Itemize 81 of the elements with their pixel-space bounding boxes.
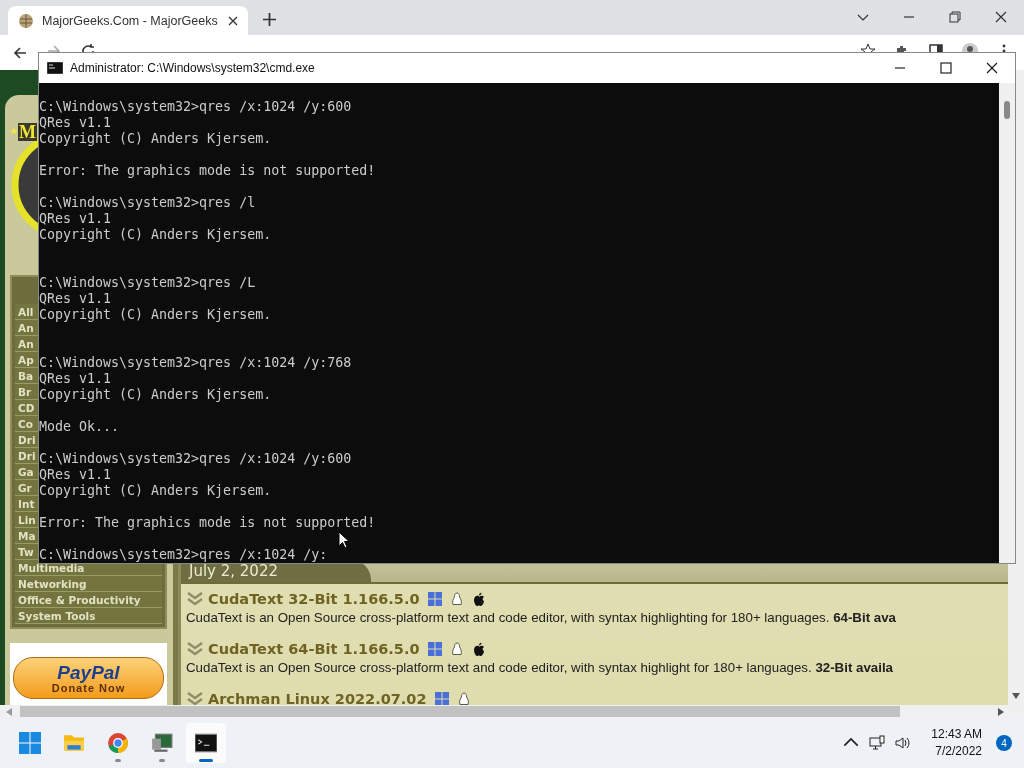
close-icon[interactable] bbox=[986, 62, 998, 74]
category-link[interactable]: CD bbox=[18, 402, 35, 414]
console-line: QRes v1.1 bbox=[39, 115, 113, 131]
category-link[interactable]: All bbox=[18, 306, 34, 318]
console-line: Copyright (C) Anders Kjersem. bbox=[39, 307, 273, 323]
close-icon[interactable] bbox=[995, 11, 1007, 23]
category-link[interactable]: Int bbox=[18, 498, 35, 510]
network-icon[interactable] bbox=[869, 735, 886, 751]
console-line: QRes v1.1 bbox=[39, 291, 113, 307]
terminal-icon bbox=[195, 732, 217, 754]
browser-icon bbox=[107, 732, 129, 754]
tab-title: MajorGeeks.Com - MajorGeeks bbox=[42, 13, 219, 28]
category-link[interactable]: An bbox=[18, 322, 34, 334]
category-link[interactable]: Br bbox=[18, 386, 32, 398]
console-line: Mode Ok... bbox=[39, 419, 121, 435]
category-link[interactable]: Ap bbox=[18, 354, 34, 366]
console-line: Error: The graphics mode is not supported! bbox=[39, 515, 377, 531]
cursor-icon bbox=[338, 531, 350, 549]
article-title[interactable]: CudaText 32-Bit 1.166.5.0 bbox=[208, 591, 420, 607]
windows-icon bbox=[427, 592, 442, 606]
windows-icon bbox=[427, 642, 442, 656]
console-line: C:\Windows\system32>qres /x:1024 /y:600 bbox=[39, 451, 353, 467]
article-description: CudaText is an Open Source cross-platform text and code editor, with syntax highlight for 180+ languages. 32-Bit availa bbox=[186, 659, 894, 677]
console-line: C:\Windows\system32>qres /L bbox=[39, 275, 257, 291]
horizontal-scrollbar[interactable] bbox=[0, 705, 1024, 718]
console-line: QRes v1.1 bbox=[39, 211, 113, 227]
console-line: C:\Windows\system32>qres /l bbox=[39, 195, 257, 211]
console-line: C:\Windows\system32>qres /x:1024 /y:600 bbox=[39, 99, 353, 115]
penguin-icon bbox=[456, 692, 471, 706]
windows-icon bbox=[434, 692, 449, 706]
console-line: C:\Windows\system32>qres /x:1024 /y:768 bbox=[39, 355, 353, 371]
category-link[interactable]: Dri bbox=[18, 434, 36, 446]
window-title: Administrator: C:\Windows\system32\cmd.exe bbox=[70, 61, 315, 75]
maximize-icon[interactable] bbox=[940, 62, 952, 74]
apple-icon bbox=[471, 642, 486, 656]
back-icon[interactable] bbox=[12, 44, 28, 61]
folder-icon bbox=[63, 732, 85, 754]
star-icon[interactable] bbox=[860, 43, 876, 52]
article-title[interactable]: CudaText 64-Bit 1.166.5.0 bbox=[208, 641, 420, 657]
logo-text: M bbox=[18, 123, 37, 141]
windows-logo-icon bbox=[19, 732, 41, 754]
sidebar-icon[interactable] bbox=[928, 43, 944, 52]
scroll-down-icon[interactable] bbox=[1012, 693, 1020, 699]
taskbar-app[interactable] bbox=[186, 723, 226, 763]
category-link[interactable]: Ga bbox=[18, 466, 34, 478]
category-link[interactable]: Co bbox=[18, 418, 33, 430]
apple-icon bbox=[471, 592, 486, 606]
penguin-icon bbox=[449, 592, 464, 606]
volume-icon[interactable] bbox=[895, 735, 912, 751]
article-description: CudaText is an Open Source cross-platform text and code editor, with syntax highlighting for 180+ languages. 64-Bit ava bbox=[186, 609, 897, 627]
category-link[interactable]: Ba bbox=[18, 370, 34, 382]
clock[interactable]: 12:43 AM 7/2/2022 bbox=[931, 726, 982, 760]
console-line: Error: The graphics mode is not supported! bbox=[39, 163, 377, 179]
browser-tab[interactable]: MajorGeeks.Com - MajorGeeks bbox=[8, 6, 248, 35]
scroll-right-icon[interactable] bbox=[998, 707, 1004, 716]
console-line: Copyright (C) Anders Kjersem. bbox=[39, 227, 273, 243]
category-link[interactable]: An bbox=[18, 338, 34, 350]
console-line: Copyright (C) Anders Kjersem. bbox=[39, 131, 273, 147]
scrollbar[interactable] bbox=[999, 83, 1015, 563]
reload-icon[interactable] bbox=[80, 43, 96, 52]
category-link[interactable]: Tw bbox=[18, 546, 34, 558]
penguin-icon bbox=[449, 642, 464, 656]
category-link[interactable]: Lin bbox=[18, 514, 36, 526]
category-link[interactable]: Gr bbox=[18, 482, 32, 494]
terminal-icon bbox=[47, 62, 63, 74]
category-link[interactable]: Dri bbox=[18, 450, 36, 462]
restore-icon[interactable] bbox=[949, 11, 961, 23]
console-line: Copyright (C) Anders Kjersem. bbox=[39, 387, 273, 403]
computer-icon bbox=[151, 732, 173, 754]
article-title[interactable]: Archman Linux 2022.07.02 bbox=[208, 691, 427, 707]
close-icon[interactable] bbox=[228, 15, 238, 26]
console-line: C:\Windows\system32>qres /x:1024 /y: bbox=[39, 547, 329, 563]
console-line: Copyright (C) Anders Kjersem. bbox=[39, 483, 273, 499]
donate-button[interactable]: PayPal Donate Now bbox=[13, 657, 164, 699]
console-line: QRes v1.1 bbox=[39, 467, 113, 483]
globe-icon bbox=[18, 12, 34, 29]
console-line: QRes v1.1 bbox=[39, 371, 113, 387]
notification-badge[interactable]: 4 bbox=[996, 735, 1012, 751]
new-tab-icon[interactable] bbox=[263, 13, 276, 26]
category-link[interactable]: Ma bbox=[18, 530, 36, 542]
star-icon bbox=[10, 127, 18, 135]
